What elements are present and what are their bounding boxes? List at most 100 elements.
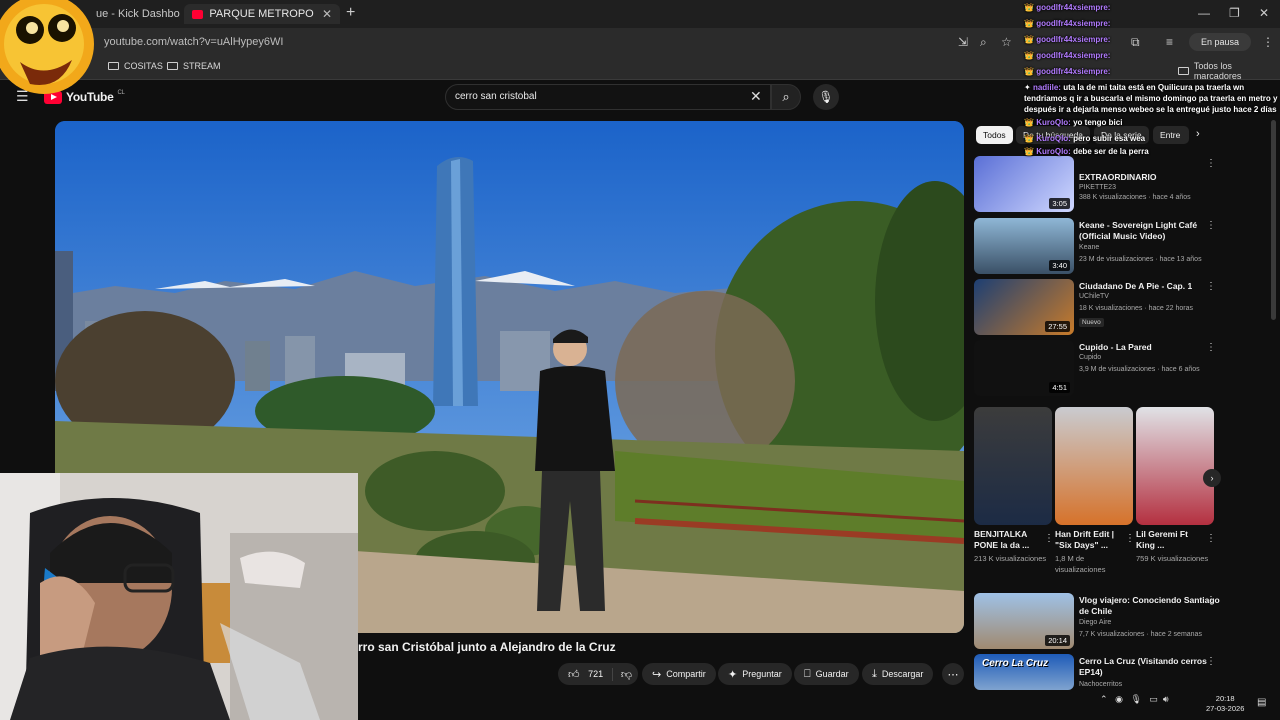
chevron-up-icon[interactable]: ⌃ <box>1100 694 1108 704</box>
more-vertical-icon[interactable]: ⋮ <box>1206 220 1216 231</box>
more-vertical-icon[interactable]: ⋮ <box>1206 342 1216 353</box>
save-label: Guardar <box>815 669 849 679</box>
recommendation-item[interactable]: 20:14 Vlog viajero: Conociendo Santiago … <box>974 593 1270 649</box>
thumbs-down-icon[interactable]: 👎︎ <box>611 667 632 681</box>
short-item[interactable]: Han Drift Edit | "Six Days" ... 1,8 M de… <box>1055 407 1135 575</box>
chat-text: yo tengo bici <box>1073 118 1123 127</box>
zoom-icon[interactable]: ⌕ <box>980 35 987 50</box>
video-thumbnail[interactable]: 27:55 <box>974 279 1074 335</box>
channel-name[interactable]: Nachocerritos <box>1079 681 1122 688</box>
volume-icon[interactable]: 🔊︎ <box>1163 694 1169 704</box>
channel-name[interactable]: UChileTV <box>1079 293 1109 300</box>
recommendation-title[interactable]: EXTRAORDINARIO <box>1079 172 1229 183</box>
url-field[interactable]: youtube.com/watch?v=uAlHypey6WI <box>104 36 283 48</box>
bookmark-folder-cositas[interactable]: COSITAS <box>108 61 163 71</box>
short-thumbnail[interactable] <box>1055 407 1133 525</box>
more-vertical-icon[interactable]: ⋮ <box>1125 533 1135 544</box>
channel-name[interactable]: PIKETTE23 <box>1079 184 1116 191</box>
channel-name[interactable]: Cupido <box>1079 354 1101 361</box>
short-item[interactable]: Lil Geremi Ft King ... 759 K visualizaci… <box>1136 407 1216 564</box>
microphone-icon[interactable]: 🎙 <box>1130 694 1141 704</box>
search-value[interactable]: cerro san cristobal <box>455 91 537 102</box>
search-button[interactable]: ⌕ <box>771 84 801 110</box>
more-vertical-icon[interactable]: ⋮ <box>1206 281 1216 292</box>
logo-country: CL <box>117 90 125 96</box>
short-views: 759 K visualizaciones <box>1136 554 1209 563</box>
more-vertical-icon[interactable]: ⋮ <box>1044 533 1054 544</box>
chat-text: pero subir esa wea <box>1073 134 1146 143</box>
install-app-icon[interactable]: ⇲ <box>958 35 968 49</box>
short-thumbnail[interactable] <box>974 407 1052 525</box>
webcam-overlay <box>0 473 358 720</box>
like-dislike-group[interactable]: 👍︎ 721 👎︎ <box>558 663 638 685</box>
download-button[interactable]: ⤓ Descargar <box>862 663 934 685</box>
chat-message: 👑 KuroQlo: yo tengo bici <box>1024 118 1123 127</box>
video-thumbnail[interactable]: 4:51 <box>974 340 1074 396</box>
chat-message: 👑 goodlfr44xsiempre: <box>1024 67 1111 76</box>
system-tray[interactable]: ⌃ ◉ 🎙 ▭ 🔊︎ <box>1100 694 1169 705</box>
voice-search-button[interactable]: 🎙 <box>813 84 839 110</box>
video-thumbnail[interactable]: Cerro La Cruz <box>974 654 1074 690</box>
share-button[interactable]: ↪ Compartir <box>642 663 716 685</box>
bookmark-star-icon[interactable]: ☆ <box>1001 35 1012 49</box>
shorts-next-button[interactable]: › <box>1203 469 1221 487</box>
short-title[interactable]: Lil Geremi Ft King ... <box>1136 529 1200 551</box>
new-tab-button[interactable]: + <box>346 4 355 22</box>
more-vertical-icon[interactable]: ⋮ <box>1206 533 1216 544</box>
ask-button[interactable]: ✦ Preguntar <box>718 663 792 685</box>
video-thumbnail[interactable]: 3:05 <box>974 156 1074 212</box>
chat-message: 👑 KuroQlo: debe ser de la perra <box>1024 147 1149 156</box>
short-thumbnail[interactable] <box>1136 407 1214 525</box>
discord-icon[interactable]: ◉ <box>1115 694 1123 704</box>
thumbs-up-icon[interactable]: 👍︎ <box>568 668 580 681</box>
more-vertical-icon[interactable]: ⋮ <box>1206 656 1216 667</box>
clear-search-icon[interactable]: ✕ <box>750 88 762 105</box>
chat-message: 👑 goodlfr44xsiempre: <box>1024 35 1111 44</box>
chat-message: 👑 goodlfr44xsiempre: <box>1024 3 1111 12</box>
webcam-scene <box>0 473 358 720</box>
more-horizontal-icon: ⋯ <box>947 668 959 681</box>
more-vertical-icon[interactable]: ⋮ <box>1206 158 1216 169</box>
chat-username: KuroQlo: <box>1036 118 1071 127</box>
thumbnail-text: Cerro La Cruz <box>982 658 1049 669</box>
tab-label: ue - Kick Dashbo <box>96 8 180 20</box>
duration-badge: 27:55 <box>1045 321 1070 332</box>
chat-message: 👑 KuroQlo: pero subir esa wea <box>1024 134 1146 143</box>
folder-icon <box>108 62 119 70</box>
network-icon[interactable]: ▭ <box>1149 694 1158 704</box>
chat-text: uta la de mi taita está en Quilicura pa … <box>1024 83 1278 114</box>
clock-time: 20:18 <box>1215 694 1235 703</box>
notifications-icon[interactable]: ▤ <box>1257 697 1266 708</box>
search-icon: ⌕ <box>782 89 790 104</box>
short-title[interactable]: Han Drift Edit | "Six Days" ... <box>1055 529 1119 551</box>
clock-date: 27-03-2026 <box>1206 704 1245 713</box>
chip-todos[interactable]: Todos <box>976 126 1013 144</box>
short-item[interactable]: BENJITALKA PONE la da ... 213 K visualiz… <box>974 407 1054 564</box>
share-label: Compartir <box>666 669 706 679</box>
chat-message: 👑 goodlfr44xsiempre: <box>1024 51 1111 60</box>
video-thumbnail[interactable]: 20:14 <box>974 593 1074 649</box>
tab-parque-metropolitano[interactable]: PARQUE METROPOLITANO DE ✕ <box>184 4 340 24</box>
short-title[interactable]: BENJITALKA PONE la da ... <box>974 529 1038 551</box>
chat-username: goodlfr44xsiempre: <box>1036 19 1111 28</box>
duration-badge: 4:51 <box>1049 382 1070 393</box>
short-views: 1,8 M de visualizaciones <box>1055 554 1106 574</box>
video-meta: 3,9 M de visualizaciones · hace 6 años <box>1079 366 1200 373</box>
channel-name[interactable]: Keane <box>1079 244 1099 251</box>
chat-message: ✦ nadiile: uta la de mi taita está en Qu… <box>1024 83 1278 114</box>
close-icon[interactable]: ✕ <box>322 7 332 21</box>
recommendation-item[interactable]: 4:51 Cupido - La Pared Cupido 3,9 M de v… <box>974 340 1270 396</box>
more-vertical-icon[interactable]: ⋮ <box>1206 595 1216 606</box>
youtube-favicon-icon <box>192 9 204 19</box>
more-actions-button[interactable]: ⋯ <box>942 663 964 685</box>
microphone-icon: 🎙 <box>818 90 834 104</box>
save-button[interactable]: ⎕ Guardar <box>794 663 859 685</box>
video-thumbnail[interactable]: 3:40 <box>974 218 1074 274</box>
channel-name[interactable]: Diego Aire <box>1079 619 1111 626</box>
chat-username: goodlfr44xsiempre: <box>1036 35 1111 44</box>
recommendation-item[interactable]: 27:55 Ciudadano De A Pie - Cap. 1 UChile… <box>974 279 1270 335</box>
bookmark-folder-stream[interactable]: STREAM <box>167 61 221 71</box>
recommendation-item[interactable]: 3:40 Keane - Sovereign Light Café (Offic… <box>974 218 1270 274</box>
recommendation-item[interactable]: 3:05 EXTRAORDINARIO PIKETTE23 388 K visu… <box>974 156 1270 212</box>
taskbar-clock[interactable]: 20:18 27-03-2026 <box>1206 694 1244 714</box>
